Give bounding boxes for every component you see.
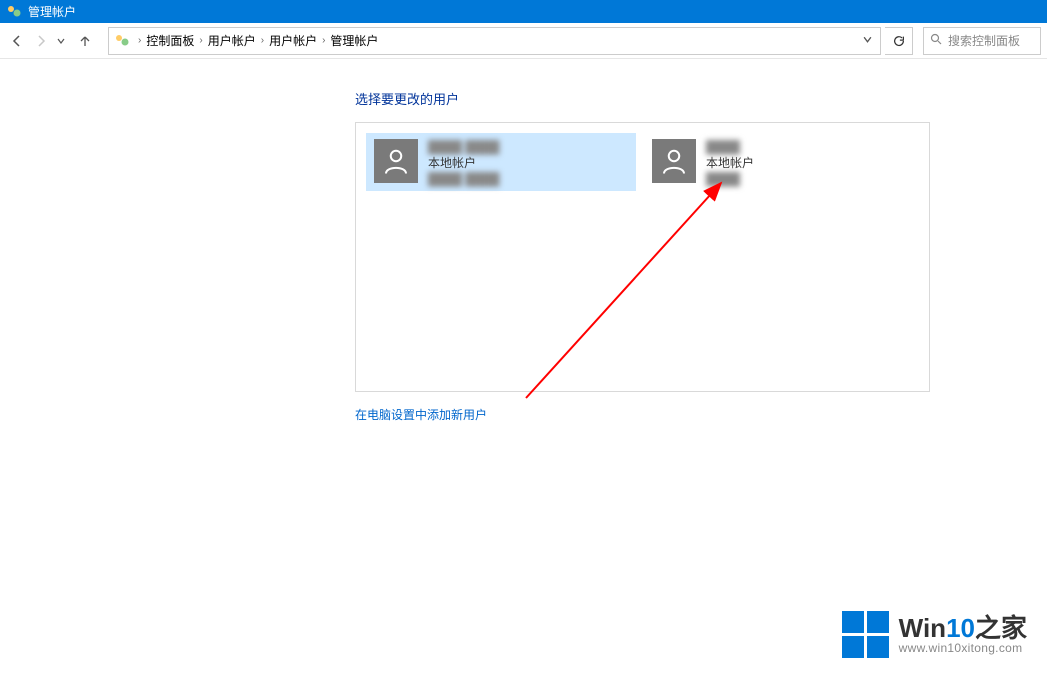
search-placeholder: 搜索控制面板 [948,32,1020,49]
windows-logo-icon [842,611,889,658]
history-dropdown[interactable] [54,37,68,45]
back-button[interactable] [6,30,28,52]
app-icon [6,4,22,20]
toolbar: › 控制面板 › 用户帐户 › 用户帐户 › 管理帐户 搜索控制面板 [0,23,1047,59]
chevron-right-icon: › [138,35,141,46]
user-card[interactable]: ████ ████ 本地帐户 ████ ████ [366,133,636,191]
brand-prefix: Win [899,613,946,643]
search-input[interactable]: 搜索控制面板 [923,27,1041,55]
user-info: ████ 本地帐户 ████ [706,139,754,187]
account-extra: ████ ████ [428,171,499,187]
breadcrumb-item[interactable]: 控制面板 [146,32,194,49]
forward-button[interactable] [30,30,52,52]
window-title: 管理帐户 [28,3,76,20]
breadcrumb-item[interactable]: 用户帐户 [208,32,256,49]
chevron-right-icon: › [199,35,202,46]
brand-url: www.win10xitong.com [899,642,1027,655]
search-icon [930,33,942,48]
breadcrumb-item[interactable]: 用户帐户 [269,32,317,49]
add-new-user-link[interactable]: 在电脑设置中添加新用户 [355,406,1047,423]
up-button[interactable] [74,30,96,52]
user-card[interactable]: ████ 本地帐户 ████ [644,133,914,191]
account-extra: ████ [706,171,754,187]
page-heading: 选择要更改的用户 [355,89,1047,108]
avatar-icon [374,139,418,183]
control-panel-icon [113,32,131,50]
account-type: 本地帐户 [706,155,754,171]
account-type: 本地帐户 [428,155,499,171]
watermark-text: Win10之家 www.win10xitong.com [899,614,1027,656]
chevron-right-icon: › [322,35,325,46]
brand-suffix: 之家 [975,613,1027,643]
user-name: ████ ████ [428,139,499,155]
watermark: Win10之家 www.win10xitong.com [842,611,1027,658]
avatar-icon [652,139,696,183]
brand-accent: 10 [946,613,975,643]
address-dropdown-icon[interactable] [859,35,876,47]
breadcrumb-item[interactable]: 管理帐户 [330,32,378,49]
chevron-right-icon: › [261,35,264,46]
user-info: ████ ████ 本地帐户 ████ ████ [428,139,499,187]
title-bar: 管理帐户 [0,0,1047,23]
user-name: ████ [706,139,754,155]
annotation-arrow [506,173,756,413]
address-bar[interactable]: › 控制面板 › 用户帐户 › 用户帐户 › 管理帐户 [108,27,881,55]
content-area: 选择要更改的用户 ████ ████ 本地帐户 ████ ████ [0,59,1047,423]
user-list-box: ████ ████ 本地帐户 ████ ████ ████ 本地帐户 ████ [355,122,930,392]
refresh-button[interactable] [885,27,913,55]
